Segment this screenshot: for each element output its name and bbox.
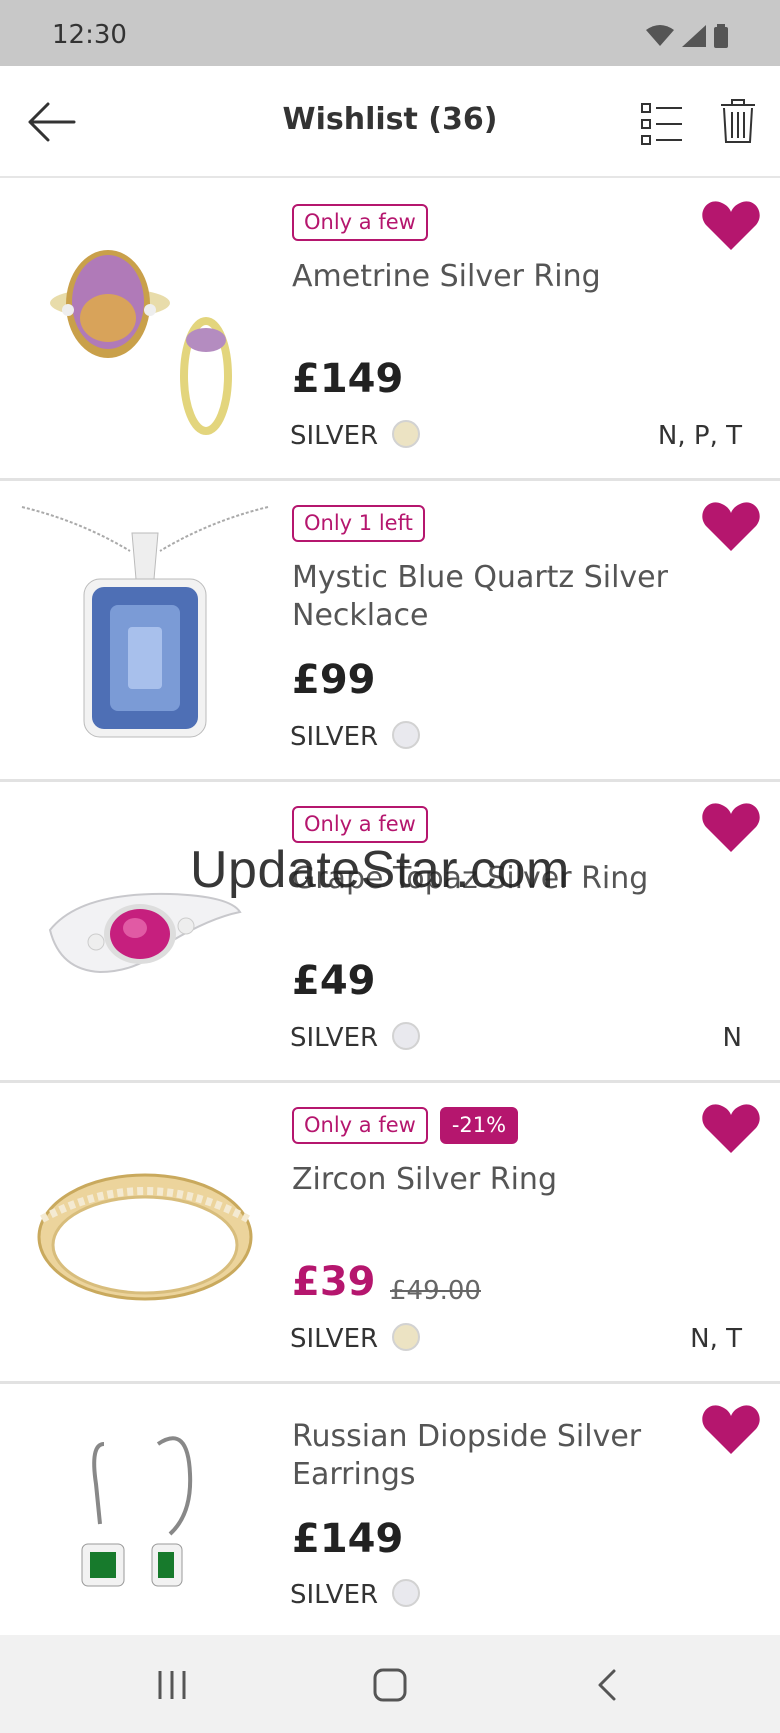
product-image[interactable] [20, 501, 270, 761]
product-price: £49 [292, 958, 376, 1004]
list-item[interactable]: Only a few Ametrine Silver Ring £149 SIL… [0, 180, 780, 481]
product-name[interactable]: Mystic Blue Quartz Silver Necklace [292, 559, 692, 635]
battery-icon [714, 24, 728, 48]
product-name[interactable]: Russian Diopside Silver Earrings [292, 1418, 692, 1494]
list-item[interactable]: Russian Diopside Silver Earrings £149 SI… [0, 1384, 780, 1635]
product-image[interactable] [20, 1404, 270, 1635]
system-nav-bar [0, 1635, 780, 1733]
stock-badge: Only a few [292, 1107, 428, 1145]
original-price: £49.00 [390, 1276, 481, 1306]
list-item[interactable]: Only a few Grape Topaz Silver Ring £49 S… [0, 782, 780, 1083]
product-price: £99 [292, 657, 376, 703]
product-price: £149 [292, 1516, 404, 1562]
app-header: Wishlist (36) [0, 66, 780, 178]
watermark-text: UpdateStar.com [190, 841, 570, 899]
list-view-icon[interactable] [640, 102, 684, 146]
trash-icon[interactable] [720, 98, 756, 144]
badge-group: Only a few [292, 204, 428, 242]
product-price: £39 [292, 1259, 376, 1305]
metal-swatch [392, 1323, 420, 1351]
status-icons [646, 24, 728, 48]
recent-apps-icon[interactable] [152, 1665, 192, 1705]
stock-badge: Only a few [292, 204, 428, 242]
list-item[interactable]: Only a few -21% Zircon Silver Ring £39 £… [0, 1083, 780, 1384]
metal-swatch [392, 721, 420, 749]
metal-swatch [392, 420, 420, 448]
metal-swatch [392, 1579, 420, 1607]
wifi-icon [646, 25, 674, 46]
discount-badge: -21% [439, 1107, 519, 1145]
metal-swatch [392, 1022, 420, 1050]
metal-label: SILVER [290, 421, 379, 451]
heart-icon[interactable] [702, 501, 760, 553]
heart-icon[interactable] [702, 802, 760, 854]
wishlist-list[interactable]: Only a few Ametrine Silver Ring £149 SIL… [0, 180, 780, 1635]
metal-label: SILVER [290, 722, 379, 752]
metal-label: SILVER [290, 1324, 379, 1354]
product-price: £149 [292, 356, 404, 402]
product-name[interactable]: Zircon Silver Ring [292, 1161, 692, 1199]
product-image[interactable] [20, 1103, 270, 1363]
product-name[interactable]: Ametrine Silver Ring [292, 258, 692, 296]
ring-sizes: N, T [690, 1324, 742, 1354]
ring-sizes: N [722, 1023, 742, 1053]
badge-group: Only a few [292, 806, 428, 844]
badge-group: Only a few -21% [292, 1107, 519, 1145]
stock-badge: Only a few [292, 806, 428, 844]
list-item[interactable]: Only 1 left Mystic Blue Quartz Silver Ne… [0, 481, 780, 782]
badge-group: Only 1 left [292, 505, 425, 543]
heart-icon[interactable] [702, 1404, 760, 1456]
heart-icon[interactable] [702, 1103, 760, 1155]
signal-icon [682, 25, 706, 47]
ring-sizes: N, P, T [657, 421, 742, 451]
product-image[interactable] [20, 200, 270, 460]
metal-label: SILVER [290, 1023, 379, 1053]
stock-badge: Only 1 left [292, 505, 425, 543]
back-icon[interactable] [588, 1665, 628, 1705]
home-icon[interactable] [370, 1665, 410, 1705]
metal-label: SILVER [290, 1580, 379, 1610]
status-time: 12:30 [52, 20, 127, 50]
heart-icon[interactable] [702, 200, 760, 252]
status-bar: 12:30 [0, 0, 780, 66]
